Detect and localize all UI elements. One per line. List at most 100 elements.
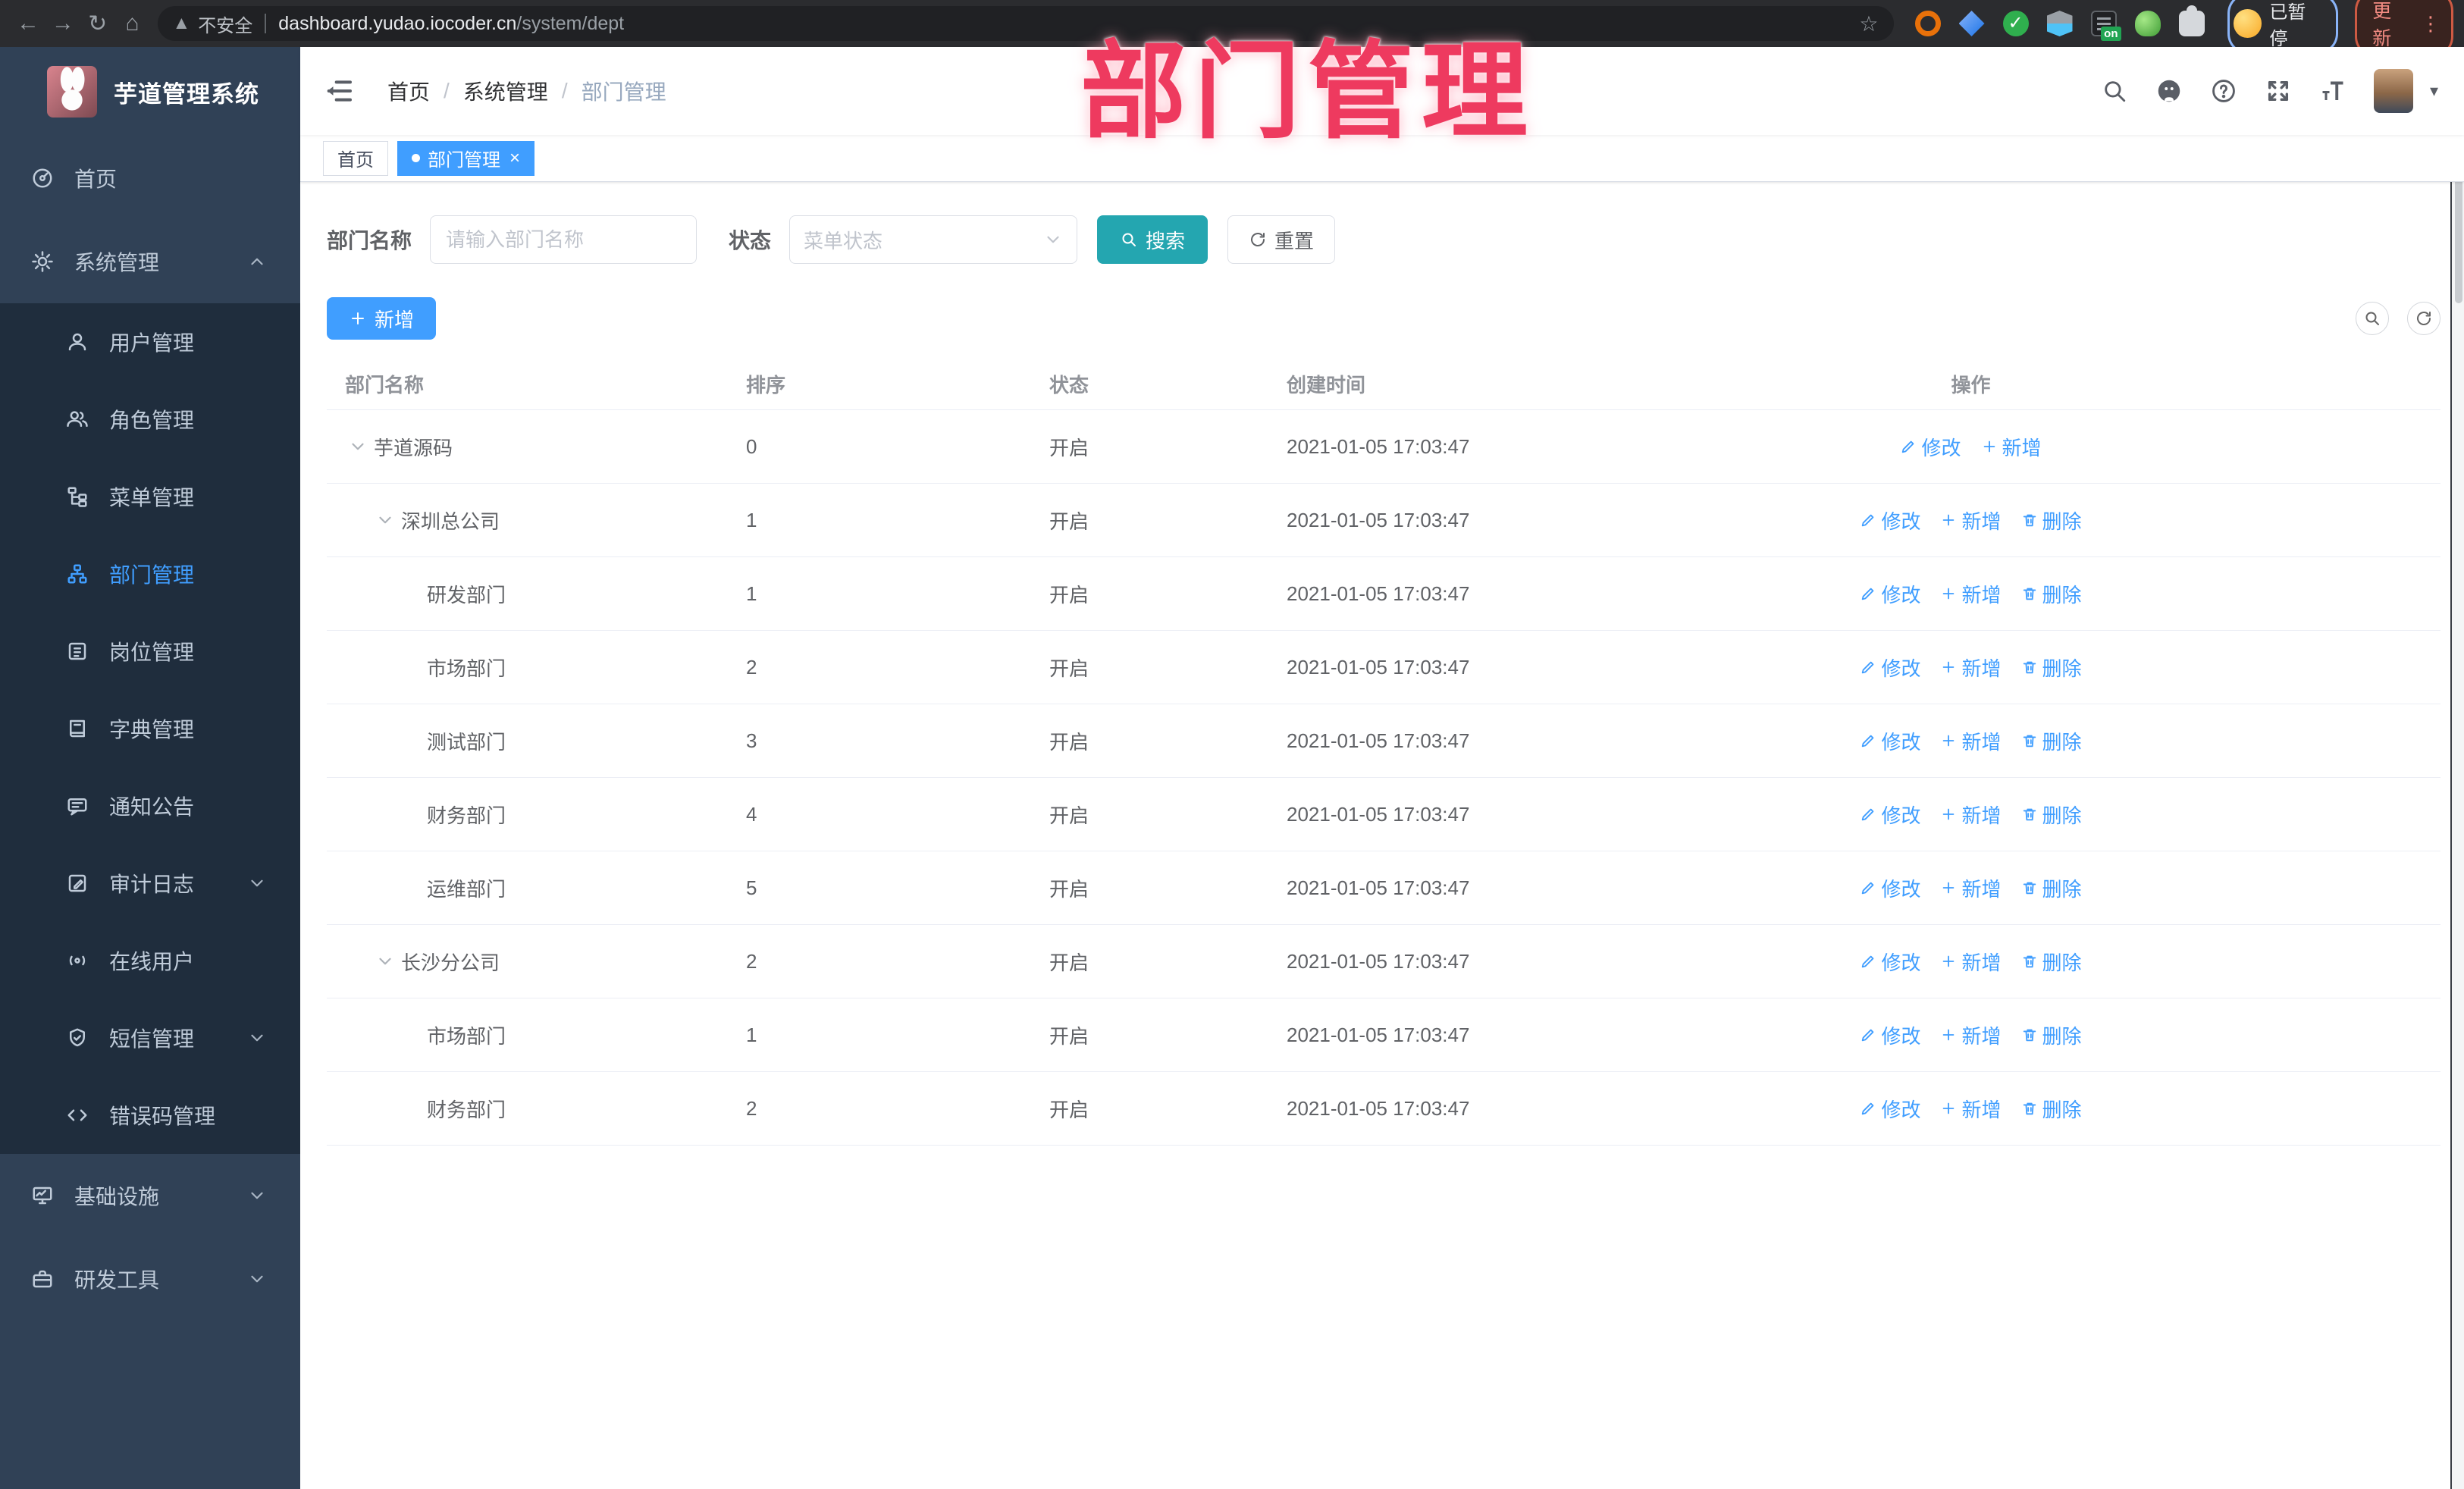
user-avatar[interactable]	[2373, 69, 2413, 113]
sidebar-item-home[interactable]: 首页	[0, 136, 300, 220]
font-size-icon[interactable]	[2319, 77, 2346, 105]
add-link[interactable]: 新增	[1940, 874, 2002, 902]
expand-chevron-icon[interactable]	[348, 437, 368, 456]
edit-link[interactable]: 修改	[1860, 801, 1920, 829]
security-label[interactable]: 不安全	[198, 11, 252, 37]
add-link[interactable]: 新增	[1940, 1021, 2002, 1049]
add-button[interactable]: 新增	[327, 297, 436, 340]
edit-link[interactable]: 修改	[1860, 948, 1920, 976]
search-button[interactable]: 搜索	[1097, 215, 1208, 264]
sidebar-item-departments[interactable]: 部门管理	[0, 535, 300, 613]
dashboard-icon	[30, 166, 55, 190]
delete-link[interactable]: 删除	[2021, 1095, 2082, 1123]
table-row: 测试部门 3 开启 2021-01-05 17:03:47 修改 新增 删除	[327, 704, 2440, 778]
reset-button[interactable]: 重置	[1227, 215, 1336, 264]
sidebar-item-posts[interactable]: 岗位管理	[0, 613, 300, 690]
sidebar-item-notices[interactable]: 通知公告	[0, 767, 300, 845]
search-icon[interactable]	[2101, 77, 2128, 105]
dept-name: 深圳总公司	[401, 509, 500, 533]
edit-link[interactable]: 修改	[1860, 1021, 1920, 1049]
extension-icon[interactable]	[2046, 11, 2073, 36]
main-area: 首页 / 系统管理 / 部门管理 ▾ 首页 部门管理 × 部门名称 请输入部门名…	[300, 47, 2464, 1489]
sidebar-item-sms[interactable]: 短信管理	[0, 999, 300, 1077]
browser-reload-icon[interactable]: ↻	[80, 6, 115, 41]
close-icon[interactable]: ×	[509, 149, 520, 168]
extension-icon[interactable]	[1914, 11, 1941, 36]
tag-dept-active[interactable]: 部门管理 ×	[397, 140, 535, 176]
url-path[interactable]: /system/dept	[516, 13, 624, 35]
add-link[interactable]: 新增	[1940, 580, 2002, 608]
chevron-down-icon	[247, 873, 267, 893]
show-search-toggle-button[interactable]	[2356, 302, 2389, 335]
sidebar-item-error-codes[interactable]: 错误码管理	[0, 1077, 300, 1154]
add-link[interactable]: 新增	[1940, 801, 2002, 829]
dept-status: 开启	[1049, 804, 1089, 827]
edit-link[interactable]: 修改	[1860, 654, 1920, 682]
edit-link[interactable]: 修改	[1860, 506, 1920, 534]
sidebar-item-system[interactable]: 系统管理	[0, 220, 300, 303]
sidebar-item-users[interactable]: 用户管理	[0, 303, 300, 381]
sidebar-item-roles[interactable]: 角色管理	[0, 381, 300, 458]
tag-home[interactable]: 首页	[323, 140, 388, 176]
kebab-menu-icon[interactable]: ⋮	[2421, 12, 2440, 36]
delete-link[interactable]: 删除	[2021, 580, 2082, 608]
github-icon[interactable]	[2155, 77, 2183, 105]
sidebar-item-online-users[interactable]: 在线用户	[0, 922, 300, 999]
breadcrumb-home[interactable]: 首页	[387, 76, 430, 106]
sidebar-item-label: 首页	[74, 168, 118, 191]
browser-home-icon[interactable]: ⌂	[115, 6, 150, 41]
browser-forward-icon[interactable]: →	[45, 6, 80, 41]
delete-link[interactable]: 删除	[2021, 506, 2082, 534]
browser-back-icon[interactable]: ←	[11, 6, 45, 41]
sidebar-collapse-icon[interactable]	[324, 76, 354, 106]
add-link[interactable]: 新增	[1940, 506, 2002, 534]
add-link[interactable]: 新增	[1940, 948, 2002, 976]
url-host[interactable]: dashboard.yudao.iocoder.cn	[278, 13, 516, 35]
sidebar-item-dictionary[interactable]: 字典管理	[0, 690, 300, 767]
add-link[interactable]: 新增	[1940, 1095, 2002, 1123]
delete-link[interactable]: 删除	[2021, 1021, 2082, 1049]
address-bar[interactable]: ▲ 不安全 dashboard.yudao.iocoder.cn /system…	[157, 6, 1894, 41]
fullscreen-icon[interactable]	[2265, 77, 2292, 105]
add-link[interactable]: 新增	[1940, 727, 2002, 755]
scrollbar-track[interactable]	[2450, 47, 2464, 1489]
delete-link[interactable]: 删除	[2021, 801, 2082, 829]
extension-icon[interactable]: on	[2090, 11, 2121, 41]
extension-icon[interactable]	[1958, 11, 1985, 36]
sidebar-item-menus[interactable]: 菜单管理	[0, 458, 300, 535]
extension-icon[interactable]	[2134, 11, 2161, 36]
tree-list-icon	[65, 484, 89, 509]
breadcrumb-system[interactable]: 系统管理	[463, 76, 548, 106]
edit-link[interactable]: 修改	[1860, 580, 1920, 608]
bookmark-star-icon[interactable]: ☆	[1859, 11, 1878, 36]
sidebar-item-audit-log[interactable]: 审计日志	[0, 845, 300, 922]
edit-link[interactable]: 修改	[1860, 1095, 1920, 1123]
dept-sort: 2	[746, 1096, 757, 1120]
extension-icon[interactable]: ✓	[2002, 11, 2029, 36]
edit-link[interactable]: 修改	[1860, 874, 1920, 902]
edit-link[interactable]: 修改	[1860, 727, 1920, 755]
extension-badge: on	[2101, 27, 2121, 41]
caret-down-icon[interactable]: ▾	[2430, 81, 2438, 101]
delete-link[interactable]: 删除	[2021, 874, 2082, 902]
app-logo-row[interactable]: 芋道管理系统	[0, 47, 300, 136]
refresh-button[interactable]	[2407, 302, 2440, 335]
dept-status: 开启	[1049, 1024, 1089, 1048]
add-link[interactable]: 新增	[1940, 654, 2002, 682]
delete-link[interactable]: 删除	[2021, 727, 2082, 755]
dept-name-input[interactable]	[430, 215, 698, 264]
help-icon[interactable]	[2210, 77, 2237, 105]
breadcrumb: 首页 / 系统管理 / 部门管理	[387, 76, 666, 106]
extensions-puzzle-icon[interactable]	[2178, 5, 2205, 36]
sidebar-item-dev-tools[interactable]: 研发工具	[0, 1237, 300, 1321]
delete-link[interactable]: 删除	[2021, 948, 2082, 976]
expand-chevron-icon[interactable]	[375, 510, 395, 530]
edit-link[interactable]: 修改	[1900, 433, 1961, 461]
expand-chevron-icon[interactable]	[375, 951, 395, 971]
add-link[interactable]: 新增	[1981, 433, 2042, 461]
dept-status: 开启	[1049, 951, 1089, 974]
delete-link[interactable]: 删除	[2021, 654, 2082, 682]
sidebar-item-infrastructure[interactable]: 基础设施	[0, 1154, 300, 1237]
sidebar-item-label: 在线用户	[109, 950, 195, 973]
status-select[interactable]: 菜单状态	[789, 215, 1078, 264]
